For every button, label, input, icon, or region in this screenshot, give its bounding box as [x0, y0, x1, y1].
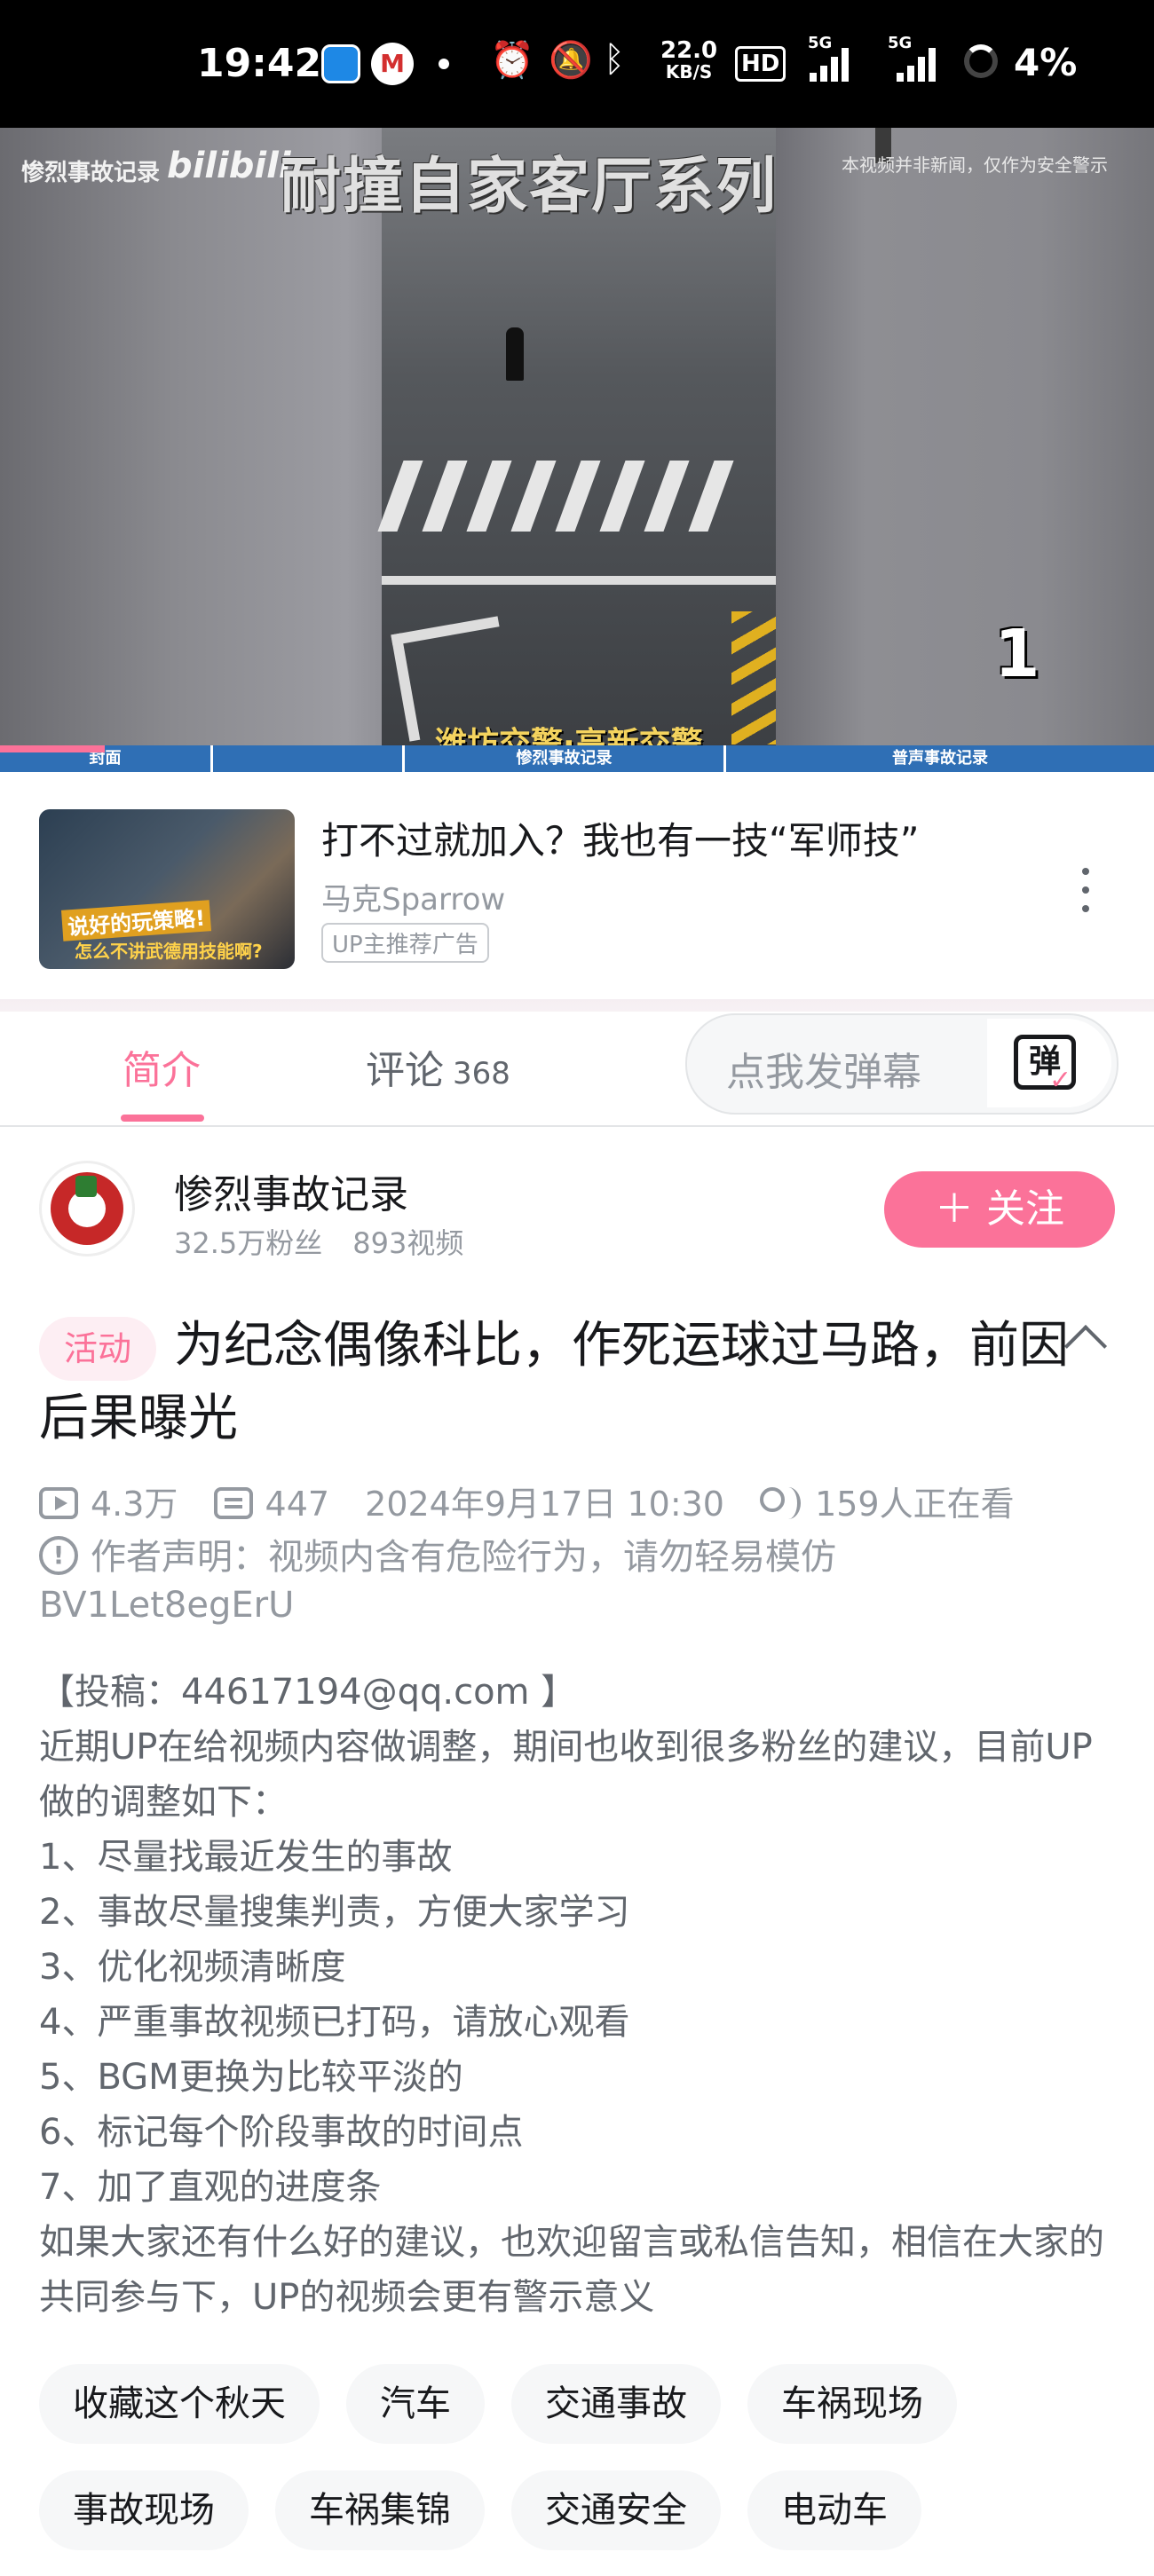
bluetooth-icon: ᛒ	[604, 39, 625, 80]
avatar[interactable]	[39, 1161, 135, 1256]
author-declaration: ! 作者声明：视频内含有危险行为，请勿轻易模仿	[39, 1528, 836, 1579]
status-time: 19:42	[197, 41, 322, 86]
chapter-segment-gap[interactable]	[213, 745, 405, 772]
video-overlay-title: 耐撞自家客厅系列	[281, 152, 779, 222]
bilibili-logo: bilibili	[167, 146, 291, 186]
hd-voice-icon: HD	[735, 46, 786, 82]
watching-count: 159人正在看	[815, 1485, 1015, 1524]
danmaku-input[interactable]: 点我发弹幕 弹 ✓	[685, 1013, 1118, 1115]
description-line: 5、BGM更换为比较平淡的	[39, 2057, 463, 2098]
tab-intro[interactable]: 简介	[123, 1038, 201, 1095]
video-chapter-progress[interactable]: 封面 惨烈事故记录 普声事故记录	[0, 745, 1154, 772]
tag-chip[interactable]: 车祸集锦	[275, 2470, 485, 2550]
video-watermark: 惨烈事故记录	[21, 160, 161, 186]
video-title: 为纪念偶像科比，作死运球过马路，前因后果曝光	[39, 1317, 1069, 1447]
collapse-icon[interactable]	[1063, 1324, 1108, 1368]
more-options-icon[interactable]	[1081, 868, 1090, 912]
ad-card[interactable]: 说好的玩策略! 怎么不讲武德用技能啊? 打不过就加入？我也有一技“军师技” 马克…	[0, 772, 1154, 999]
description-line: 7、加了直观的进度条	[39, 2167, 382, 2208]
ad-badge: UP主推荐广告	[321, 923, 489, 963]
tag-chip[interactable]: 车祸现场	[747, 2364, 957, 2444]
danmaku-count: 447	[265, 1485, 330, 1524]
video-frame-stopline	[382, 576, 776, 585]
description-line: 4、严重事故视频已打码，请放心观看	[39, 2002, 630, 2043]
description-line: 2、事故尽量搜集判责，方便大家学习	[39, 1892, 630, 1933]
description-line: 如果大家还有什么好的建议，也欢迎留言或私信告知，相信在大家的共同参与下，UP的视…	[39, 2222, 1104, 2318]
ad-thumbnail[interactable]: 说好的玩策略! 怎么不讲武德用技能啊?	[39, 809, 295, 969]
bvid[interactable]: BV1Let8egErU	[39, 1585, 294, 1626]
tab-comments-label: 评论	[366, 1048, 444, 1093]
network-speed-unit: KB/S	[665, 61, 713, 83]
video-frame-crosswalk	[377, 461, 763, 532]
uploader-videos: 893视频	[352, 1226, 464, 1260]
info-icon: !	[39, 1536, 78, 1575]
tag-chip[interactable]: 电动车	[747, 2470, 921, 2550]
app-notification-icon	[321, 44, 360, 83]
comments-count: 368	[453, 1056, 510, 1091]
danmaku-count-icon	[213, 1486, 253, 1519]
tag-chip[interactable]: 事故现场	[39, 2470, 249, 2550]
battery-level: 4%	[1014, 41, 1078, 84]
uploader-stats: 32.5万粉丝 893视频	[174, 1221, 463, 1262]
signal-icon-1	[810, 46, 849, 82]
signal-icon-2	[897, 46, 936, 82]
network-speed: 22.0 KB/S	[660, 39, 717, 82]
description-line: 6、标记每个阶段事故的时间点	[39, 2112, 524, 2153]
mute-icon: 🔕	[549, 40, 593, 81]
tag-chip[interactable]: 交通事故	[511, 2364, 721, 2444]
progress-played	[0, 745, 105, 752]
play-count-icon	[39, 1486, 78, 1519]
follow-button[interactable]: ＋ 关注	[884, 1171, 1115, 1248]
declaration-text: 作者声明：视频内含有危险行为，请勿轻易模仿	[91, 1537, 836, 1578]
status-bar: 19:42 M ⏰ 🔕 ᛒ 22.0 KB/S HD 5G 5G 4%	[0, 0, 1154, 128]
video-notice: 本视频并非新闻，仅作为安全警示	[842, 154, 1108, 176]
battery-ring-icon	[964, 44, 998, 78]
tag-row: 事故现场 车祸集锦 交通安全 电动车	[39, 2470, 921, 2550]
chapter-segment[interactable]: 惨烈事故记录	[405, 745, 726, 772]
alarm-icon: ⏰	[490, 40, 534, 81]
ad-thumbnail-caption: 说好的玩策略!	[60, 900, 211, 941]
uploader-name[interactable]: 惨烈事故记录	[174, 1162, 408, 1219]
viewers-icon	[760, 1485, 802, 1521]
more-notifications-dot	[439, 59, 449, 69]
ad-author: 马克Sparrow	[321, 882, 506, 918]
ad-thumbnail-subcaption: 怎么不讲武德用技能啊?	[75, 941, 263, 962]
description-line: 3、优化视频清晰度	[39, 1947, 346, 1988]
metro-app-icon: M	[371, 43, 414, 85]
tab-comments[interactable]: 评论 368	[366, 1038, 510, 1095]
activity-tag[interactable]: 活动	[39, 1317, 157, 1381]
description-line: 【投稿：44617194@qq.com 】	[39, 1672, 577, 1713]
video-frame-person	[506, 327, 524, 381]
video-frame-yellow-lines	[731, 611, 776, 744]
network-speed-value: 22.0	[660, 37, 718, 64]
video-description: 【投稿：44617194@qq.com 】 近期UP在给视频内容做调整，期间也收…	[39, 1665, 1122, 2325]
ad-title[interactable]: 打不过就加入？我也有一技“军师技”	[321, 811, 920, 865]
chapter-segment[interactable]: 普声事故记录	[726, 745, 1154, 772]
description-line: 近期UP在给视频内容做调整，期间也收到很多粉丝的建议，目前UP做的调整如下：	[39, 1727, 1093, 1823]
tag-chip[interactable]: 交通安全	[511, 2470, 721, 2550]
danmaku-placeholder[interactable]: 点我发弹幕	[726, 1040, 921, 1097]
tag-chip[interactable]: 收藏这个秋天	[39, 2364, 320, 2444]
uploader-fans: 32.5万粉丝	[174, 1226, 323, 1260]
view-count: 4.3万	[91, 1485, 178, 1524]
tab-active-indicator	[121, 1115, 204, 1122]
description-line: 1、尽量找最近发生的事故	[39, 1837, 453, 1878]
danmaku-toggle-button[interactable]: 弹 ✓	[987, 1019, 1111, 1107]
video-player[interactable]: 惨烈事故记录 bilibili 耐撞自家客厅系列 本视频并非新闻，仅作为安全警示…	[0, 128, 1154, 772]
tag-chip[interactable]: 汽车	[346, 2364, 485, 2444]
danmaku-check-icon: ✓	[1049, 1065, 1072, 1096]
tag-row: 收藏这个秋天 汽车 交通事故 车祸现场	[39, 2364, 957, 2444]
video-counter: 1	[994, 616, 1040, 692]
video-meta: 4.3万 447 2024年9月17日 10:30 159人正在看	[39, 1477, 1015, 1525]
publish-date: 2024年9月17日 10:30	[365, 1485, 724, 1524]
avatar-logo	[51, 1172, 123, 1245]
